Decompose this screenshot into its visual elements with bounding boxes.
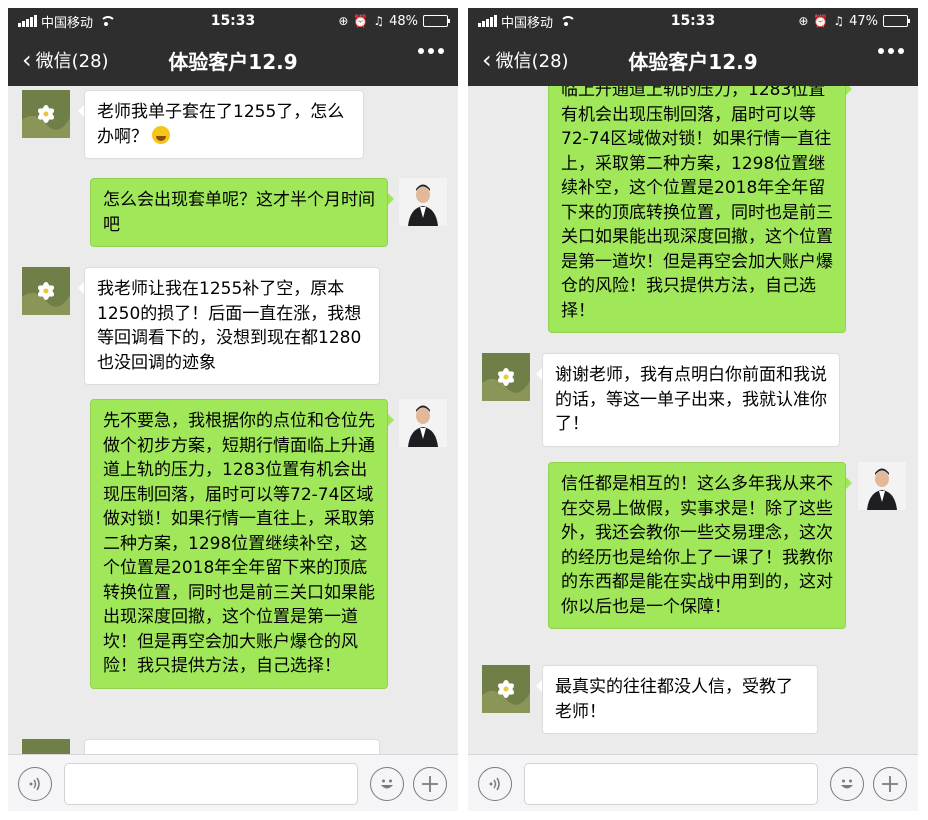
voice-icon[interactable] <box>18 767 52 801</box>
back-label: 微信(28) <box>35 51 109 72</box>
message-bubble-incoming: 我老师让我在1255补了空，原本1250的损了！后面一直在涨，我想等回调看下的，… <box>78 267 380 385</box>
my-avatar[interactable] <box>858 462 906 510</box>
sweat-smile-emoji-icon <box>152 125 170 144</box>
rotation-lock-icon: ⊕ <box>798 14 809 28</box>
plus-icon[interactable] <box>873 767 907 801</box>
message-bubble-outgoing: 信任都是相互的！这么多年我从来不在交易上做假，实事求是！除了这些外，我还会教你一… <box>548 462 852 629</box>
battery-icon <box>423 15 450 27</box>
signal-icon <box>478 15 497 27</box>
contact-avatar[interactable] <box>482 665 530 713</box>
message-bubble-incoming <box>84 739 380 754</box>
wifi-icon <box>559 15 577 27</box>
contact-avatar[interactable] <box>482 353 530 401</box>
more-options-icon[interactable] <box>418 48 444 54</box>
headphones-icon: ♫ <box>373 14 385 28</box>
chevron-left-icon: ‹ <box>482 46 492 74</box>
status-bar: 中国移动 15:33 ⊕ ⏰ ♫ 47% <box>468 8 918 34</box>
contact-avatar[interactable] <box>22 739 70 754</box>
chat-screen-left: 中国移动 15:33 ⊕ ⏰ ♫ 48% ‹ 微信(28) 体验客户12.9 老… <box>8 8 458 811</box>
rotation-lock-icon: ⊕ <box>338 14 349 28</box>
message-bubble-incoming: 老师我单子套在了1255了，怎么办啊？ <box>78 90 364 159</box>
battery-icon <box>883 15 910 27</box>
status-bar: 中国移动 15:33 ⊕ ⏰ ♫ 48% <box>8 8 458 34</box>
contact-avatar[interactable] <box>22 90 70 138</box>
emoji-icon[interactable] <box>830 767 864 801</box>
message-input[interactable] <box>524 763 818 805</box>
chat-screen-right: 中国移动 15:33 ⊕ ⏰ ♫ 47% ‹ 微信(28) 体验客户12.9 临… <box>468 8 918 811</box>
message-bubble-incoming: 谢谢老师，我有点明白你前面和我说的话，等这一单子出来，我就认准你了！ <box>536 353 840 447</box>
back-button[interactable]: ‹ 微信(28) <box>8 47 109 73</box>
message-bubble-incoming: 最真实的往往都没人信，受教了老师！ <box>536 665 818 734</box>
alarm-icon: ⏰ <box>813 14 829 28</box>
input-bar <box>468 754 918 811</box>
nav-bar: ‹ 微信(28) 体验客户12.9 <box>8 34 458 86</box>
message-list[interactable]: 临上升通道上轨的压力，1283位置有机会出现压制回落，届时可以等72-74区域做… <box>468 86 918 754</box>
message-list[interactable]: 老师我单子套在了1255了，怎么办啊？ 怎么会出现套单呢？这才半个月时间吧 我老… <box>8 86 458 754</box>
battery-percent: 47% <box>849 13 878 29</box>
carrier-name: 中国移动 <box>501 15 554 31</box>
wifi-icon <box>99 15 117 27</box>
emoji-icon[interactable] <box>370 767 404 801</box>
my-avatar[interactable] <box>399 399 447 447</box>
plus-icon[interactable] <box>413 767 447 801</box>
message-bubble-outgoing: 临上升通道上轨的压力，1283位置有机会出现压制回落，届时可以等72-74区域做… <box>548 86 852 333</box>
message-bubble-outgoing: 先不要急，我根据你的点位和仓位先做个初步方案，短期行情面临上升通道上轨的压力，1… <box>90 399 394 689</box>
back-label: 微信(28) <box>495 51 569 72</box>
carrier-name: 中国移动 <box>41 15 94 31</box>
voice-icon[interactable] <box>478 767 512 801</box>
my-avatar[interactable] <box>399 178 447 226</box>
headphones-icon: ♫ <box>833 14 845 28</box>
more-options-icon[interactable] <box>878 48 904 54</box>
chevron-left-icon: ‹ <box>22 46 32 74</box>
input-bar <box>8 754 458 811</box>
message-input[interactable] <box>64 763 358 805</box>
signal-icon <box>18 15 37 27</box>
battery-percent: 48% <box>389 13 418 29</box>
alarm-icon: ⏰ <box>353 14 369 28</box>
contact-avatar[interactable] <box>22 267 70 315</box>
nav-bar: ‹ 微信(28) 体验客户12.9 <box>468 34 918 86</box>
message-bubble-outgoing: 怎么会出现套单呢？这才半个月时间吧 <box>90 178 394 247</box>
back-button[interactable]: ‹ 微信(28) <box>468 47 569 73</box>
